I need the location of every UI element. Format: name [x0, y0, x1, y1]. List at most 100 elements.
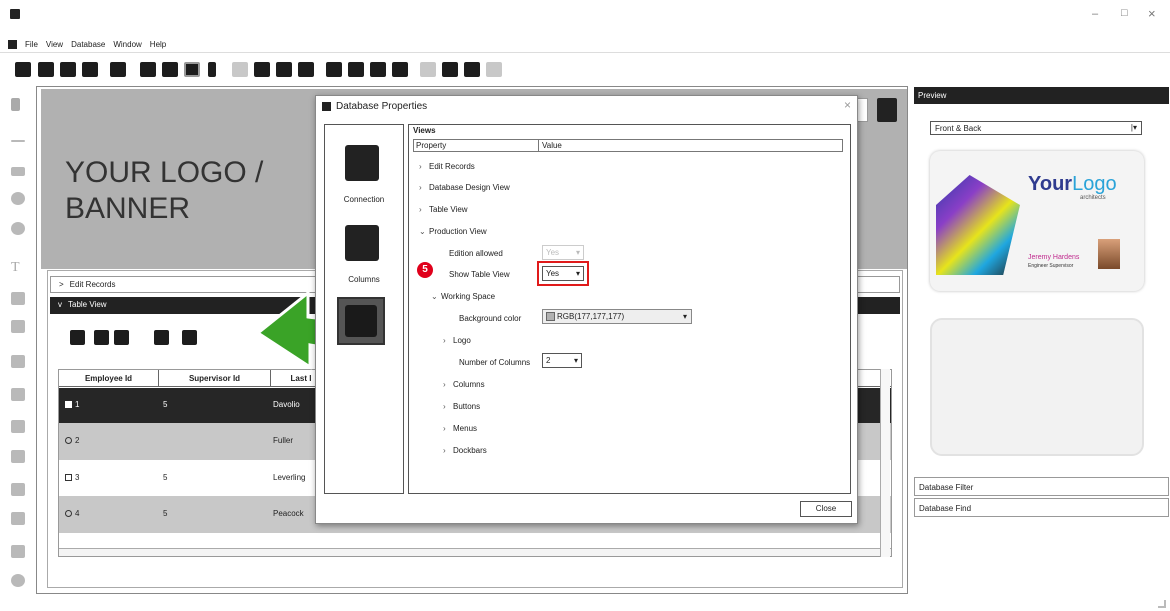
prop-dockbars[interactable]: › Dockbars: [443, 446, 487, 455]
nav-views[interactable]: [337, 297, 385, 345]
database-icon[interactable]: [184, 62, 200, 77]
id-card-icon[interactable]: [140, 62, 156, 77]
select-value: Yes: [546, 248, 560, 257]
prop-logo[interactable]: › Logo: [443, 336, 471, 345]
add-icon[interactable]: [442, 62, 458, 77]
prop-db-design-view[interactable]: › Database Design View: [419, 183, 510, 192]
horizontal-scrollbar[interactable]: [59, 548, 891, 556]
print-icon[interactable]: [38, 62, 54, 77]
prop-buttons[interactable]: › Buttons: [443, 402, 480, 411]
close-window-button[interactable]: ×: [1148, 6, 1156, 21]
database-find-panel[interactable]: Database Find: [914, 498, 1169, 517]
menu-file[interactable]: File: [25, 40, 38, 49]
photo-field-icon[interactable]: [11, 512, 25, 525]
prop-menus[interactable]: › Menus: [443, 424, 477, 433]
col-employee-id[interactable]: Employee Id: [59, 370, 159, 387]
prop-label: Edit Records: [429, 162, 475, 171]
card-preview-front[interactable]: YourLogo architects Jeremy Hardens Engin…: [930, 151, 1144, 291]
show-table-view-select[interactable]: Yes ▾: [542, 266, 584, 281]
text-field-icon[interactable]: [11, 292, 25, 305]
select-value: Yes: [546, 269, 560, 278]
menu-window[interactable]: Window: [113, 40, 141, 49]
menu-divider: [0, 52, 1170, 53]
prop-show-table-view: Show Table View: [449, 270, 510, 279]
backward-icon[interactable]: [392, 62, 408, 77]
header-value: Value: [542, 141, 562, 150]
menu-view[interactable]: View: [46, 40, 63, 49]
prop-label: Working Space: [441, 292, 496, 301]
rectangle-icon[interactable]: [11, 167, 25, 176]
maximize-button[interactable]: □: [1121, 7, 1128, 19]
minimize-button[interactable]: –: [1092, 8, 1098, 20]
prop-edit-records[interactable]: › Edit Records: [419, 162, 475, 171]
barcode-icon[interactable]: [11, 355, 25, 368]
ellipse-icon[interactable]: [11, 192, 25, 205]
menu-help[interactable]: Help: [150, 40, 166, 49]
prop-production-view[interactable]: ⌄ Production View: [419, 227, 487, 236]
row-checkbox[interactable]: [65, 401, 72, 408]
date-icon[interactable]: [11, 320, 25, 333]
pointer-icon[interactable]: [11, 98, 20, 111]
row-last-name: Leverling: [273, 473, 306, 482]
database-filter-panel[interactable]: Database Filter: [914, 477, 1169, 496]
polygon-icon[interactable]: [11, 222, 25, 235]
fingerprint-icon[interactable]: [11, 574, 25, 587]
dialog-title-bar: Database Properties ×: [316, 96, 857, 118]
nav-connection[interactable]: Connection: [325, 195, 403, 204]
save-icon[interactable]: [60, 62, 76, 77]
camera-icon[interactable]: [11, 483, 25, 496]
prop-working-space[interactable]: ⌄ Working Space: [431, 292, 495, 301]
add-record-icon[interactable]: [154, 330, 169, 345]
row-checkbox[interactable]: [65, 474, 72, 481]
prev-record-icon[interactable]: [94, 330, 109, 345]
dialog-app-icon: [322, 102, 331, 111]
resize-grip-icon[interactable]: [1158, 600, 1166, 608]
line-icon[interactable]: [11, 140, 25, 142]
align-left-icon[interactable]: [232, 62, 248, 77]
row-checkbox[interactable]: [65, 437, 72, 444]
remove-icon[interactable]: [464, 62, 480, 77]
preview-side-select[interactable]: Front & Back |▾: [930, 121, 1142, 135]
prop-label: Columns: [453, 380, 485, 389]
check-icon[interactable]: [486, 62, 502, 77]
signature-icon[interactable]: [11, 545, 25, 558]
prop-table-view[interactable]: › Table View: [419, 205, 468, 214]
image-icon[interactable]: [11, 450, 25, 463]
number-of-columns-select[interactable]: 2 ▾: [542, 353, 582, 368]
nav-columns[interactable]: Columns: [325, 275, 403, 284]
delete-record-icon[interactable]: [182, 330, 197, 345]
printer-setup-icon[interactable]: [110, 62, 126, 77]
send-back-icon[interactable]: [348, 62, 364, 77]
card-setup-icon[interactable]: [82, 62, 98, 77]
align-center-icon[interactable]: [254, 62, 270, 77]
next-record-icon[interactable]: [114, 330, 129, 345]
encode-icon[interactable]: [208, 62, 216, 77]
bring-front-icon[interactable]: [326, 62, 342, 77]
chevron-right-icon: ›: [443, 446, 446, 455]
chevron-right-icon: ›: [419, 205, 422, 214]
card-preview-back[interactable]: [930, 318, 1144, 456]
qrcode-icon[interactable]: [11, 388, 25, 401]
layers-icon[interactable]: [877, 98, 897, 122]
vertical-scrollbar[interactable]: [880, 369, 890, 557]
dialog-close-icon[interactable]: ×: [844, 98, 851, 112]
chevron-down-icon: ▾: [575, 248, 580, 257]
align-top-icon[interactable]: [298, 62, 314, 77]
card-back-icon[interactable]: [162, 62, 178, 77]
columns-icon: [345, 225, 379, 261]
dialog-close-button[interactable]: Close: [800, 501, 852, 517]
first-record-icon[interactable]: [70, 330, 85, 345]
align-right-icon[interactable]: [276, 62, 292, 77]
menu-database[interactable]: Database: [71, 40, 105, 49]
background-color-select[interactable]: RGB(177,177,177) ▾: [542, 309, 692, 324]
magstripe-icon[interactable]: [11, 420, 25, 433]
forward-icon[interactable]: [370, 62, 386, 77]
group-icon[interactable]: [420, 62, 436, 77]
text-icon[interactable]: T: [11, 260, 25, 275]
views-group: Views Property Value › Edit Records › Data…: [408, 124, 851, 494]
row-checkbox[interactable]: [65, 510, 72, 517]
new-card-icon[interactable]: [15, 62, 31, 77]
chevron-down-icon: ▾: [573, 356, 578, 365]
select-value: RGB(177,177,177): [557, 312, 625, 321]
prop-columns[interactable]: › Columns: [443, 380, 485, 389]
